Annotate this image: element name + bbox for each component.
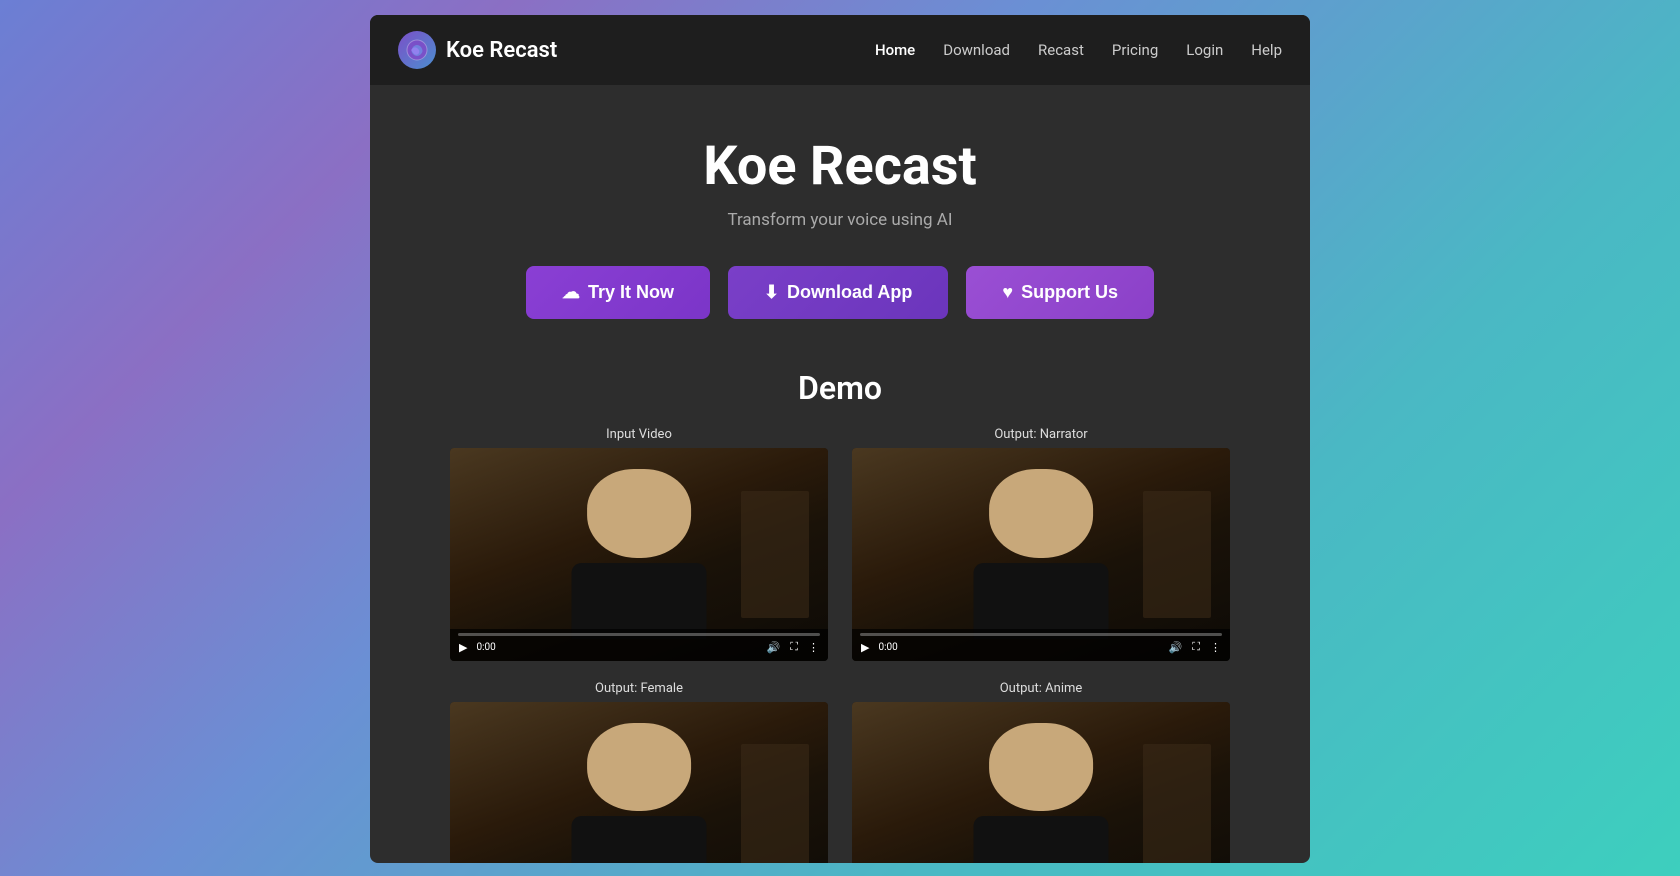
more-button-1[interactable]: ⋮ [807,640,820,655]
nav-pricing[interactable]: Pricing [1112,41,1158,59]
play-button-1[interactable]: ▶ [458,640,468,655]
fullscreen-button-2[interactable]: ⛶ [1191,640,1201,655]
controls-right-2: 🔊 ⛶ ⋮ [1168,640,1222,655]
nav-home[interactable]: Home [875,41,915,59]
face-silhouette-2 [937,469,1145,639]
shelf-decor-2 [1143,491,1211,619]
video-player-input[interactable]: ▶ 0:00 🔊 ⛶ ⋮ [450,448,828,661]
try-button-label: Try It Now [588,282,674,303]
download-icon: ⬇ [764,282,779,303]
fullscreen-button-1[interactable]: ⛶ [789,640,799,655]
nav-login[interactable]: Login [1186,41,1223,59]
mute-button-1[interactable]: 🔊 [766,640,782,655]
video-player-anime[interactable]: ▶ 0:00 🔊 ⛶ ⋮ [852,702,1230,863]
download-button-label: Download App [787,282,912,303]
nav-links: Home Download Recast Pricing Login Help [875,41,1282,59]
controls-row-1: ▶ 0:00 🔊 ⛶ ⋮ [458,640,820,655]
demo-title: Demo [390,369,1290,407]
video-player-narrator[interactable]: ▶ 0:00 🔊 ⛶ ⋮ [852,448,1230,661]
face-head-3 [587,723,691,811]
nav-help[interactable]: Help [1251,41,1282,59]
time-display-2: 0:00 [878,642,897,653]
support-button-label: Support Us [1021,282,1118,303]
controls-right-1: 🔊 ⛶ ⋮ [766,640,820,655]
nav-brand: Koe Recast [398,31,875,69]
face-silhouette-4 [937,723,1145,863]
video-controls-1: ▶ 0:00 🔊 ⛶ ⋮ [450,629,828,661]
video-item-female: Output: Female [450,681,828,863]
video-label-input: Input Video [450,427,828,442]
controls-left-2: ▶ 0:00 [860,640,898,655]
hero-buttons: ☁ Try It Now ⬇ Download App ♥ Support Us [526,266,1154,319]
face-shirt-3 [571,816,706,863]
hero-title: Koe Recast [703,135,976,198]
video-thumbnail-anime [852,702,1230,863]
demo-section: Demo Input Video [370,359,1310,863]
nav-recast[interactable]: Recast [1038,41,1084,59]
shelf-decor-4 [1143,744,1211,863]
video-item-anime: Output: Anime [852,681,1230,863]
heart-icon: ♥ [1002,282,1013,303]
controls-left-1: ▶ 0:00 [458,640,496,655]
time-display-1: 0:00 [476,642,495,653]
controls-row-2: ▶ 0:00 🔊 ⛶ ⋮ [860,640,1222,655]
face-head-4 [989,723,1093,811]
video-player-female[interactable]: ▶ 0:00 🔊 ⛶ ⋮ [450,702,828,863]
face-head-2 [989,469,1093,557]
more-button-2[interactable]: ⋮ [1209,640,1222,655]
hero-section: Koe Recast Transform your voice using AI… [370,85,1310,359]
progress-bg-2 [860,633,1222,636]
navbar: Koe Recast Home Download Recast Pricing … [370,15,1310,85]
support-us-button[interactable]: ♥ Support Us [966,266,1154,319]
brand-name: Koe Recast [446,38,557,63]
shelf-decor-3 [741,744,809,863]
play-button-2[interactable]: ▶ [860,640,870,655]
face-head-1 [587,469,691,557]
download-app-button[interactable]: ⬇ Download App [728,266,948,319]
video-item-input: Input Video [450,427,828,661]
shelf-decor-1 [741,491,809,619]
nav-download[interactable]: Download [943,41,1010,59]
main-container: Koe Recast Home Download Recast Pricing … [370,15,1310,863]
video-thumbnail-female [450,702,828,863]
cloud-icon: ☁ [562,282,580,303]
face-silhouette-3 [535,723,743,863]
video-item-narrator: Output: Narrator [852,427,1230,661]
mute-button-2[interactable]: 🔊 [1168,640,1184,655]
hero-subtitle: Transform your voice using AI [727,210,952,230]
video-label-female: Output: Female [450,681,828,696]
face-silhouette-1 [535,469,743,639]
progress-bg-1 [458,633,820,636]
video-label-narrator: Output: Narrator [852,427,1230,442]
video-label-anime: Output: Anime [852,681,1230,696]
face-shirt-4 [973,816,1108,863]
brand-logo-icon [398,31,436,69]
try-it-now-button[interactable]: ☁ Try It Now [526,266,710,319]
video-controls-2: ▶ 0:00 🔊 ⛶ ⋮ [852,629,1230,661]
demo-grid: Input Video [450,427,1230,863]
